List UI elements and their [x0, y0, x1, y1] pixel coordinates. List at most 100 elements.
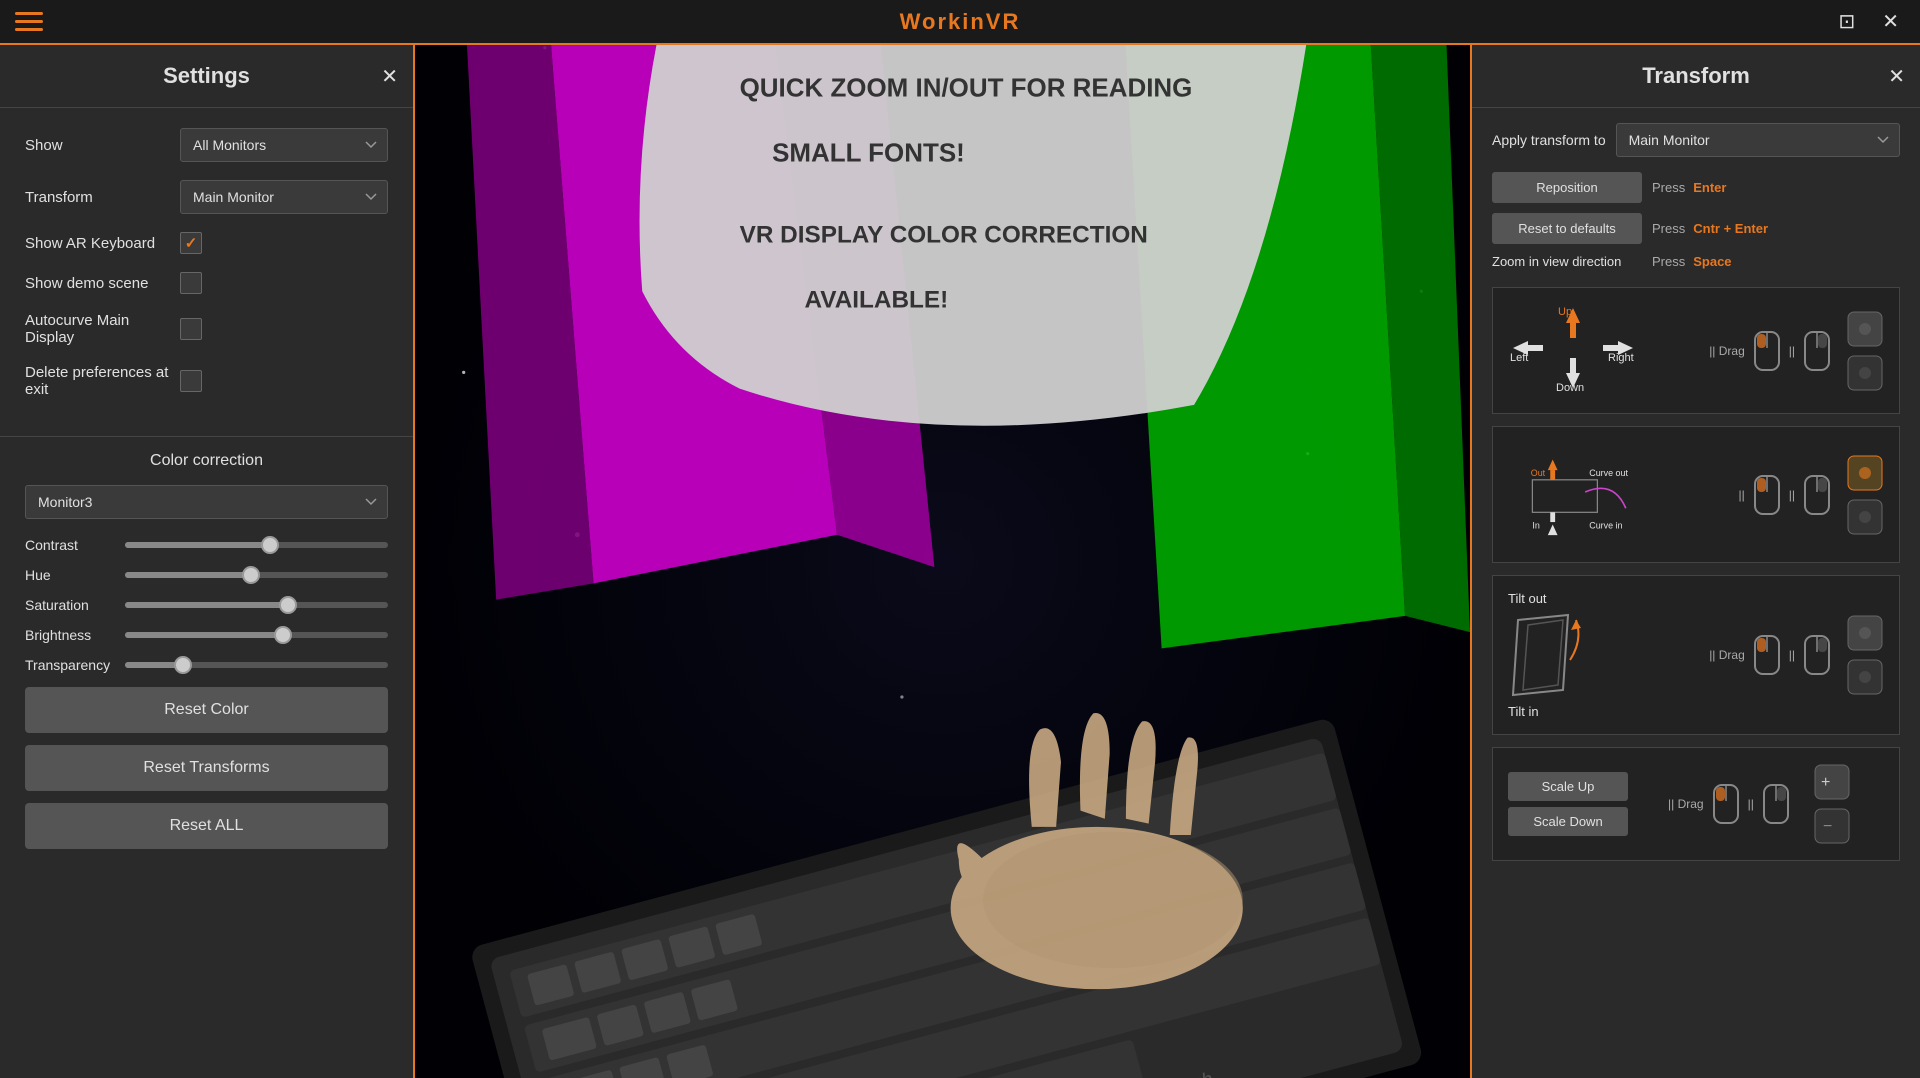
delete-prefs-checkbox[interactable]: [180, 370, 202, 392]
autocurve-checkbox[interactable]: [180, 318, 202, 340]
settings-panel: Settings ✕ Show All Monitors Main Monito…: [0, 45, 415, 1078]
reset-all-button[interactable]: Reset ALL: [25, 803, 388, 849]
svg-text:Curve in: Curve in: [1589, 521, 1622, 531]
show-demo-scene-checkbox[interactable]: [180, 272, 202, 294]
controller-icons: [1846, 310, 1884, 392]
tilt-mouse-icon: [1753, 634, 1781, 676]
delete-prefs-label: Delete preferences at exit: [25, 364, 180, 398]
drag-label: || Drag: [1709, 344, 1745, 358]
transform-dropdown[interactable]: Main Monitor Monitor 2 Monitor 3: [180, 180, 388, 214]
svg-text:VR DISPLAY COLOR CORRECTION: VR DISPLAY COLOR CORRECTION: [740, 222, 1148, 249]
transform-close-button[interactable]: ✕: [1888, 64, 1905, 89]
scale-down-button[interactable]: Scale Down: [1508, 807, 1628, 836]
transform-label: Transform: [25, 189, 180, 206]
svg-text:In: In: [1532, 521, 1539, 531]
saturation-track[interactable]: [125, 602, 388, 608]
show-ar-keyboard-checkbox[interactable]: [180, 232, 202, 254]
contrast-track[interactable]: [125, 542, 388, 548]
transform-header: Transform ✕: [1472, 45, 1920, 108]
settings-close-button[interactable]: ✕: [381, 64, 398, 89]
up-label: Up: [1558, 306, 1572, 318]
autocurve-row: Autocurve Main Display: [25, 312, 388, 346]
brightness-slider-row: Brightness: [25, 627, 388, 643]
titlebar-right: ⊡ ✕: [1832, 7, 1905, 36]
apply-transform-dropdown[interactable]: Main Monitor Monitor 2 Monitor 3: [1616, 123, 1900, 157]
scale-up-button[interactable]: Scale Up: [1508, 772, 1628, 801]
tilt-controller-top: [1846, 614, 1884, 652]
vr-scene-svg: USER FRIENDLY INTERFACE! QUICK ZOOM IN/O…: [415, 45, 1470, 1078]
close-button[interactable]: ✕: [1876, 7, 1905, 36]
curve-separator: ||: [1789, 488, 1795, 502]
curve-mouse2-icon: [1803, 474, 1831, 516]
controller-top-icon: [1846, 310, 1884, 348]
settings-content: Show All Monitors Main Monitor Monitor 2…: [0, 108, 413, 436]
left-label: Left: [1510, 352, 1528, 364]
right-label: Right: [1608, 352, 1634, 364]
tilt-diagram-section: Tilt out Tilt in || Drag: [1492, 575, 1900, 735]
svg-text:SMALL FONTS!: SMALL FONTS!: [772, 137, 965, 167]
zoom-key: Space: [1693, 254, 1731, 269]
contrast-slider-row: Contrast: [25, 537, 388, 553]
scale-section: Scale Up Scale Down || Drag ||: [1492, 747, 1900, 861]
scale-drag-label: || Drag: [1668, 797, 1704, 811]
show-ar-keyboard-row: Show AR Keyboard: [25, 232, 388, 254]
transform-content: Apply transform to Main Monitor Monitor …: [1472, 108, 1920, 888]
show-dropdown[interactable]: All Monitors Main Monitor Monitor 2 Moni…: [180, 128, 388, 162]
transform-title: Transform: [1642, 63, 1750, 89]
color-monitor-dropdown[interactable]: Monitor1 Monitor2 Monitor3: [25, 485, 388, 519]
tilt-separator: ||: [1789, 648, 1795, 662]
color-correction-title: Color correction: [25, 452, 388, 470]
tilt-in-label: Tilt in: [1508, 704, 1694, 719]
tilt-drag-label: || Drag: [1709, 648, 1745, 662]
main-layout: Settings ✕ Show All Monitors Main Monito…: [0, 45, 1920, 1078]
apply-transform-select-wrapper: Main Monitor Monitor 2 Monitor 3: [1616, 123, 1900, 157]
hamburger-icon[interactable]: [15, 7, 43, 36]
reset-color-button[interactable]: Reset Color: [25, 687, 388, 733]
drag-section: || Drag ||: [1709, 330, 1831, 372]
title-prefix: Workin: [900, 9, 986, 34]
mouse-left-icon: [1753, 330, 1781, 372]
reset-defaults-press-label: Press: [1652, 221, 1685, 236]
saturation-slider-row: Saturation: [25, 597, 388, 613]
autocurve-label: Autocurve Main Display: [25, 312, 180, 346]
reset-defaults-row: Reset to defaults Press Cntr + Enter: [1492, 213, 1900, 244]
scale-mouse-icon: [1712, 783, 1740, 825]
hue-track[interactable]: [125, 572, 388, 578]
titlebar-left: [15, 7, 43, 36]
reset-transforms-button[interactable]: Reset Transforms: [25, 745, 388, 791]
curve-drag-section: || ||: [1739, 474, 1831, 516]
curve-controller-top: [1846, 454, 1884, 492]
hue-label: Hue: [25, 567, 125, 583]
color-correction-section: Color correction Monitor1 Monitor2 Monit…: [0, 436, 413, 876]
zoom-label: Zoom in view direction: [1492, 254, 1642, 269]
direction-diagram: Up Down Left Right: [1508, 303, 1694, 398]
brightness-track[interactable]: [125, 632, 388, 638]
curve-svg: Out In Curve out Curv: [1508, 442, 1638, 542]
show-row: Show All Monitors Main Monitor Monitor 2…: [25, 128, 388, 162]
reset-defaults-button[interactable]: Reset to defaults: [1492, 213, 1642, 244]
transform-panel: Transform ✕ Apply transform to Main Moni…: [1470, 45, 1920, 1078]
title-vr: VR: [986, 9, 1021, 34]
zoom-press-label: Press: [1652, 254, 1685, 269]
show-ar-keyboard-label: Show AR Keyboard: [25, 235, 180, 252]
direction-diagram-section: Up Down Left Right || Drag ||: [1492, 287, 1900, 414]
apply-transform-label: Apply transform to: [1492, 132, 1606, 148]
hue-slider-row: Hue: [25, 567, 388, 583]
mouse-right-icon: [1803, 330, 1831, 372]
transparency-track[interactable]: [125, 662, 388, 668]
reset-defaults-key: Cntr + Enter: [1693, 221, 1768, 236]
scale-mouse2-icon: [1762, 783, 1790, 825]
brightness-label: Brightness: [25, 627, 125, 643]
tilt-mouse2-icon: [1803, 634, 1831, 676]
svg-text:AVAILABLE!: AVAILABLE!: [805, 286, 949, 313]
reposition-button[interactable]: Reposition: [1492, 172, 1642, 203]
svg-text:Curve out: Curve out: [1589, 468, 1628, 478]
minimize-button[interactable]: ⊡: [1832, 7, 1861, 36]
reposition-row: Reposition Press Enter: [1492, 172, 1900, 203]
settings-title: Settings: [163, 63, 250, 89]
tilt-controller-icons: [1846, 614, 1884, 696]
scale-buttons: Scale Up Scale Down: [1508, 772, 1638, 836]
drag-separator: ||: [1789, 344, 1795, 358]
scale-controller-bottom: −: [1813, 807, 1851, 845]
svg-text:−: −: [1823, 818, 1832, 835]
